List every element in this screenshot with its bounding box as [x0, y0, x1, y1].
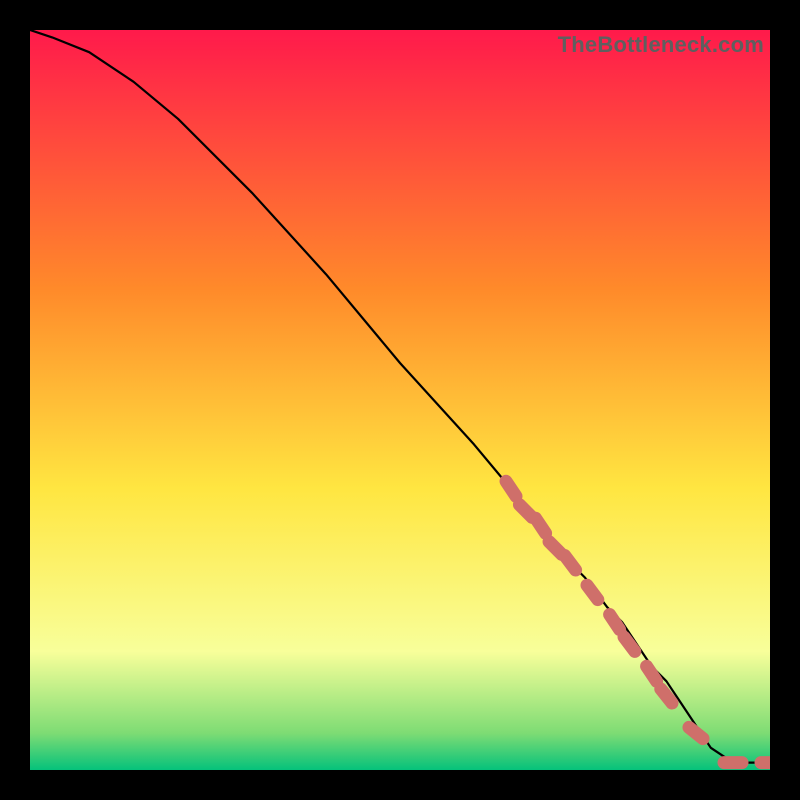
highlighted-point: [689, 727, 703, 738]
highlighted-point: [587, 585, 598, 599]
plot-area: TheBottleneck.com: [30, 30, 770, 770]
highlighted-point: [565, 556, 576, 570]
gradient-background: [30, 30, 770, 770]
chart-container: TheBottleneck.com: [0, 0, 800, 800]
highlighted-point: [536, 518, 546, 533]
highlighted-point: [506, 481, 516, 496]
chart-svg: [30, 30, 770, 770]
highlighted-point: [661, 689, 672, 703]
highlighted-point: [647, 666, 657, 681]
watermark-label: TheBottleneck.com: [558, 32, 764, 58]
highlighted-point: [624, 637, 635, 651]
highlighted-point: [610, 615, 620, 630]
